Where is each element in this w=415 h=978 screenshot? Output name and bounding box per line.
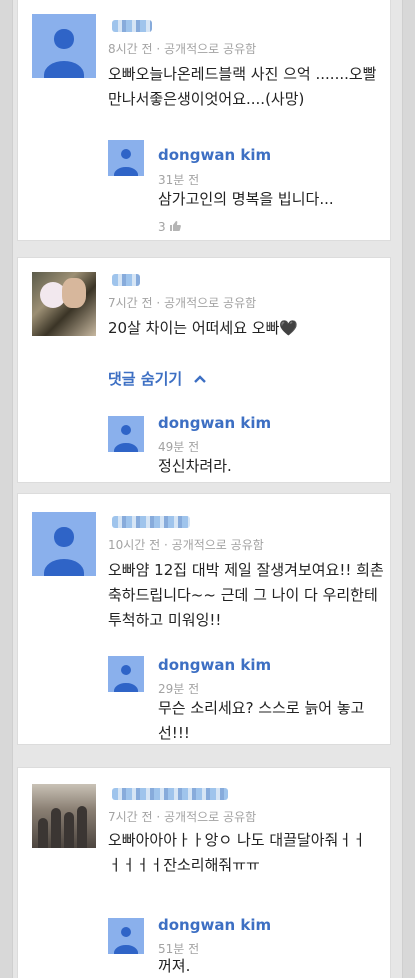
like-count[interactable]: 3 (158, 220, 182, 234)
reply-avatar[interactable] (108, 140, 144, 176)
default-avatar[interactable] (32, 512, 96, 576)
person-icon (120, 664, 132, 676)
user-photo-avatar[interactable] (32, 784, 96, 848)
comment-card: 10시간 전 · 공개적으로 공유함 오빠얌 12집 대박 제일 잘생겨보여요!… (18, 494, 390, 744)
reply-time: 31분 전 (158, 173, 200, 187)
reply-author[interactable]: dongwan kim (158, 916, 271, 934)
reply-text: 무슨 소리세요? 스스로 늙어 놓고 선!!! (158, 699, 365, 742)
comment-text: 오빠얌 12집 대박 제일 잘생겨보여요!! 희촌 축하드립니다~~ 근데 그 … (108, 561, 384, 629)
reply-author[interactable]: dongwan kim (158, 146, 271, 164)
left-rail (0, 0, 13, 978)
reply-author[interactable]: dongwan kim (158, 656, 271, 674)
reply-avatar[interactable] (108, 416, 144, 452)
blurred-username[interactable] (112, 516, 190, 528)
person-icon (120, 148, 132, 160)
blurred-username[interactable] (112, 274, 140, 286)
comment-meta: 10시간 전 · 공개적으로 공유함 (108, 538, 264, 552)
reply-avatar[interactable] (108, 656, 144, 692)
comment-text: 오빠오늘나온레드블랙 사진 으억 .......오빨 만나서좋은생이엇어요...… (108, 65, 377, 108)
hide-replies-link[interactable]: 댓글 숨기기 (108, 368, 207, 389)
user-photo-avatar[interactable] (32, 272, 96, 336)
comment-card: 8시간 전 · 공개적으로 공유함 오빠오늘나온레드블랙 사진 으억 .....… (18, 0, 390, 240)
comment-meta: 7시간 전 · 공개적으로 공유함 (108, 810, 257, 824)
reply-text: 꺼져. (158, 957, 191, 975)
person-icon (120, 424, 132, 436)
comment-text: 20살 차이는 어떠세요 오빠🖤 (108, 319, 299, 337)
reply-author[interactable]: dongwan kim (158, 414, 271, 432)
reply-time: 29분 전 (158, 682, 200, 696)
comment-meta: 8시간 전 · 공개적으로 공유함 (108, 42, 257, 56)
right-rail (402, 0, 415, 978)
blurred-username[interactable] (112, 20, 152, 32)
thumbs-up-icon[interactable] (169, 220, 182, 232)
reply-text: 삼가고인의 명복을 빕니다... (158, 190, 334, 208)
blurred-username[interactable] (112, 788, 228, 800)
comment-card: 7시간 전 · 공개적으로 공유함 오빠아아아ㅏㅏ앙ㅇ 나도 대끌달아줘ㅓㅓ ㅓ… (18, 768, 390, 978)
chevron-up-icon (194, 375, 207, 383)
default-avatar[interactable] (32, 14, 96, 78)
reply-avatar[interactable] (108, 918, 144, 954)
person-icon (54, 527, 74, 547)
comment-text: 오빠아아아ㅏㅏ앙ㅇ 나도 대끌달아줘ㅓㅓ ㅓㅓㅓㅓ잔소리해줘ㅠㅠ (108, 831, 366, 874)
person-icon (54, 29, 74, 49)
person-icon (120, 926, 132, 938)
reply-time: 49분 전 (158, 440, 200, 454)
reply-text: 정신차려라. (158, 457, 232, 475)
comment-meta: 7시간 전 · 공개적으로 공유함 (108, 296, 257, 310)
comment-card: 7시간 전 · 공개적으로 공유함 20살 차이는 어떠세요 오빠🖤 댓글 숨기… (18, 258, 390, 482)
